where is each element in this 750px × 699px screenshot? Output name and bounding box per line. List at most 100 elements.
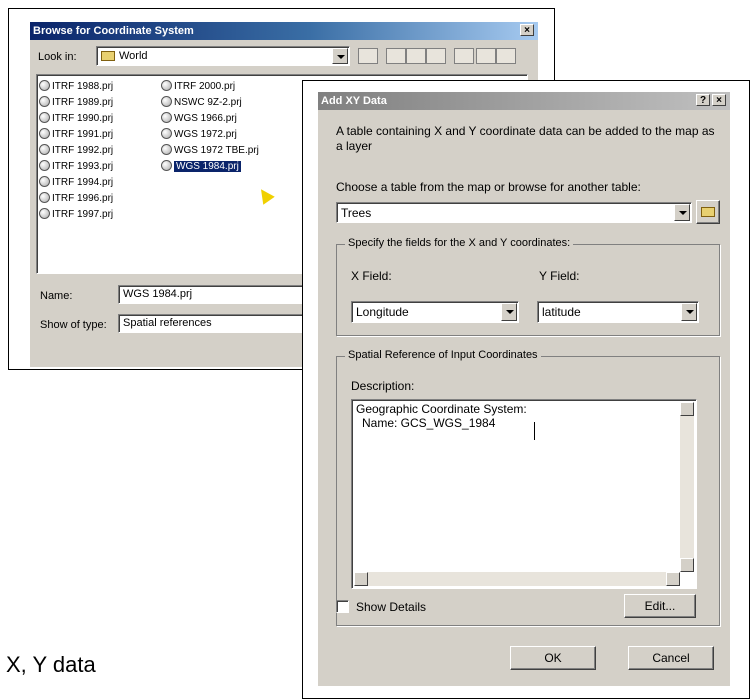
scroll-left-button[interactable]: [354, 572, 368, 586]
file-item[interactable]: ITRF 2000.prj: [161, 79, 235, 95]
description-line-1: Geographic Coordinate System:: [356, 402, 527, 416]
file-item-label: WGS 1966.prj: [174, 113, 237, 124]
spatial-group: Spatial Reference of Input Coordinates D…: [336, 349, 720, 626]
scroll-right-button[interactable]: [666, 572, 680, 586]
globe-icon: [161, 144, 172, 155]
globe-icon: [39, 192, 50, 203]
vertical-scrollbar[interactable]: [680, 402, 694, 572]
folder-icon: [101, 51, 115, 61]
file-item-label: WGS 1972 TBE.prj: [174, 145, 259, 156]
browse-folder-button[interactable]: [696, 200, 720, 224]
up-folder-icon[interactable]: [358, 48, 378, 64]
globe-icon: [39, 144, 50, 155]
file-item[interactable]: WGS 1966.prj: [161, 111, 237, 127]
table-combo[interactable]: Trees: [336, 202, 692, 223]
file-item-label: NSWC 9Z-2.prj: [174, 97, 242, 108]
new-folder-icon[interactable]: [426, 48, 446, 64]
file-item[interactable]: WGS 1984.prj: [161, 159, 241, 175]
horizontal-scrollbar[interactable]: [354, 572, 680, 586]
globe-icon: [161, 160, 172, 171]
globe-icon: [39, 208, 50, 219]
look-in-label: Look in:: [38, 51, 77, 63]
browse-close-button[interactable]: ×: [520, 24, 534, 36]
thumbnail-view-icon[interactable]: [496, 48, 516, 64]
description-line-2: Name: GCS_WGS_1984: [362, 416, 496, 430]
globe-icon: [39, 80, 50, 91]
file-item-label: WGS 1972.prj: [174, 129, 237, 140]
file-item-label: ITRF 1994.prj: [52, 177, 114, 188]
globe-icon: [161, 128, 172, 139]
addxy-title: Add XY Data: [321, 95, 387, 107]
file-item-label: ITRF 1989.prj: [52, 97, 114, 108]
name-field[interactable]: WGS 1984.prj: [118, 285, 308, 304]
type-value: Spatial references: [123, 317, 212, 329]
file-item[interactable]: ITRF 1994.prj: [39, 175, 113, 191]
file-item[interactable]: ITRF 1996.prj: [39, 191, 113, 207]
globe-icon: [39, 96, 50, 107]
choose-table-label: Choose a table from the map or browse fo…: [336, 180, 641, 194]
file-item[interactable]: WGS 1972.prj: [161, 127, 237, 143]
ok-button[interactable]: OK: [510, 646, 596, 670]
fields-group-title: Specify the fields for the X and Y coord…: [345, 237, 574, 249]
file-item[interactable]: WGS 1972 TBE.prj: [161, 143, 259, 159]
file-item[interactable]: ITRF 1993.prj: [39, 159, 113, 175]
disconnect-folder-icon[interactable]: [406, 48, 426, 64]
description-box[interactable]: Geographic Coordinate System: Name: GCS_…: [351, 399, 697, 589]
globe-icon: [161, 112, 172, 123]
addxy-dialog: Add XY Data ? × A table containing X and…: [318, 92, 730, 686]
cancel-button[interactable]: Cancel: [628, 646, 714, 670]
file-item[interactable]: ITRF 1997.prj: [39, 207, 113, 223]
intro-text: A table containing X and Y coordinate da…: [336, 124, 715, 153]
y-field-combo[interactable]: latitude: [537, 301, 699, 323]
globe-icon: [39, 128, 50, 139]
file-item[interactable]: NSWC 9Z-2.prj: [161, 95, 242, 111]
cursor-arrow-icon: [255, 185, 275, 205]
file-item-label: ITRF 1992.prj: [52, 145, 114, 156]
table-value: Trees: [341, 206, 372, 220]
x-field-label: X Field:: [351, 269, 392, 283]
browse-titlebar: Browse for Coordinate System ×: [30, 22, 538, 40]
details-view-icon[interactable]: [476, 48, 496, 64]
file-item-label: ITRF 2000.prj: [174, 81, 236, 92]
file-item-label: ITRF 1993.prj: [52, 161, 114, 172]
chevron-down-icon[interactable]: [501, 303, 517, 321]
file-item-label: ITRF 1996.prj: [52, 193, 114, 204]
connect-folder-icon[interactable]: [386, 48, 406, 64]
chevron-down-icon[interactable]: [674, 204, 690, 221]
file-item[interactable]: ITRF 1991.prj: [39, 127, 113, 143]
list-view-icon[interactable]: [454, 48, 474, 64]
chevron-down-icon[interactable]: [681, 303, 697, 321]
file-item-label: ITRF 1990.prj: [52, 113, 114, 124]
show-details-checkbox[interactable]: [336, 600, 349, 613]
help-button[interactable]: ?: [696, 94, 710, 106]
file-item[interactable]: ITRF 1989.prj: [39, 95, 113, 111]
file-item[interactable]: ITRF 1990.prj: [39, 111, 113, 127]
globe-icon: [39, 176, 50, 187]
file-item[interactable]: ITRF 1988.prj: [39, 79, 113, 95]
file-item-label: ITRF 1997.prj: [52, 209, 114, 220]
y-field-label: Y Field:: [539, 269, 580, 283]
file-item-label: ITRF 1991.prj: [52, 129, 114, 140]
type-field[interactable]: Spatial references: [118, 314, 308, 333]
caption: X, Y data: [6, 652, 96, 677]
name-label: Name:: [40, 290, 73, 302]
type-label: Show of type:: [40, 319, 107, 331]
scroll-down-button[interactable]: [680, 558, 694, 572]
x-field-value: Longitude: [356, 305, 409, 319]
edit-button[interactable]: Edit...: [624, 594, 696, 618]
addxy-close-button[interactable]: ×: [712, 94, 726, 106]
file-item[interactable]: ITRF 1992.prj: [39, 143, 113, 159]
globe-icon: [161, 96, 172, 107]
x-field-combo[interactable]: Longitude: [351, 301, 519, 323]
text-cursor-icon: [534, 422, 535, 440]
scroll-up-button[interactable]: [680, 402, 694, 416]
description-label: Description:: [351, 379, 415, 393]
look-in-combo[interactable]: World: [96, 46, 350, 66]
name-value: WGS 1984.prj: [123, 288, 193, 300]
browse-title: Browse for Coordinate System: [33, 25, 194, 37]
addxy-titlebar: Add XY Data ? ×: [318, 92, 730, 110]
chevron-down-icon[interactable]: [332, 48, 348, 64]
globe-icon: [161, 80, 172, 91]
open-folder-icon: [701, 207, 715, 217]
look-in-value: World: [119, 50, 148, 62]
